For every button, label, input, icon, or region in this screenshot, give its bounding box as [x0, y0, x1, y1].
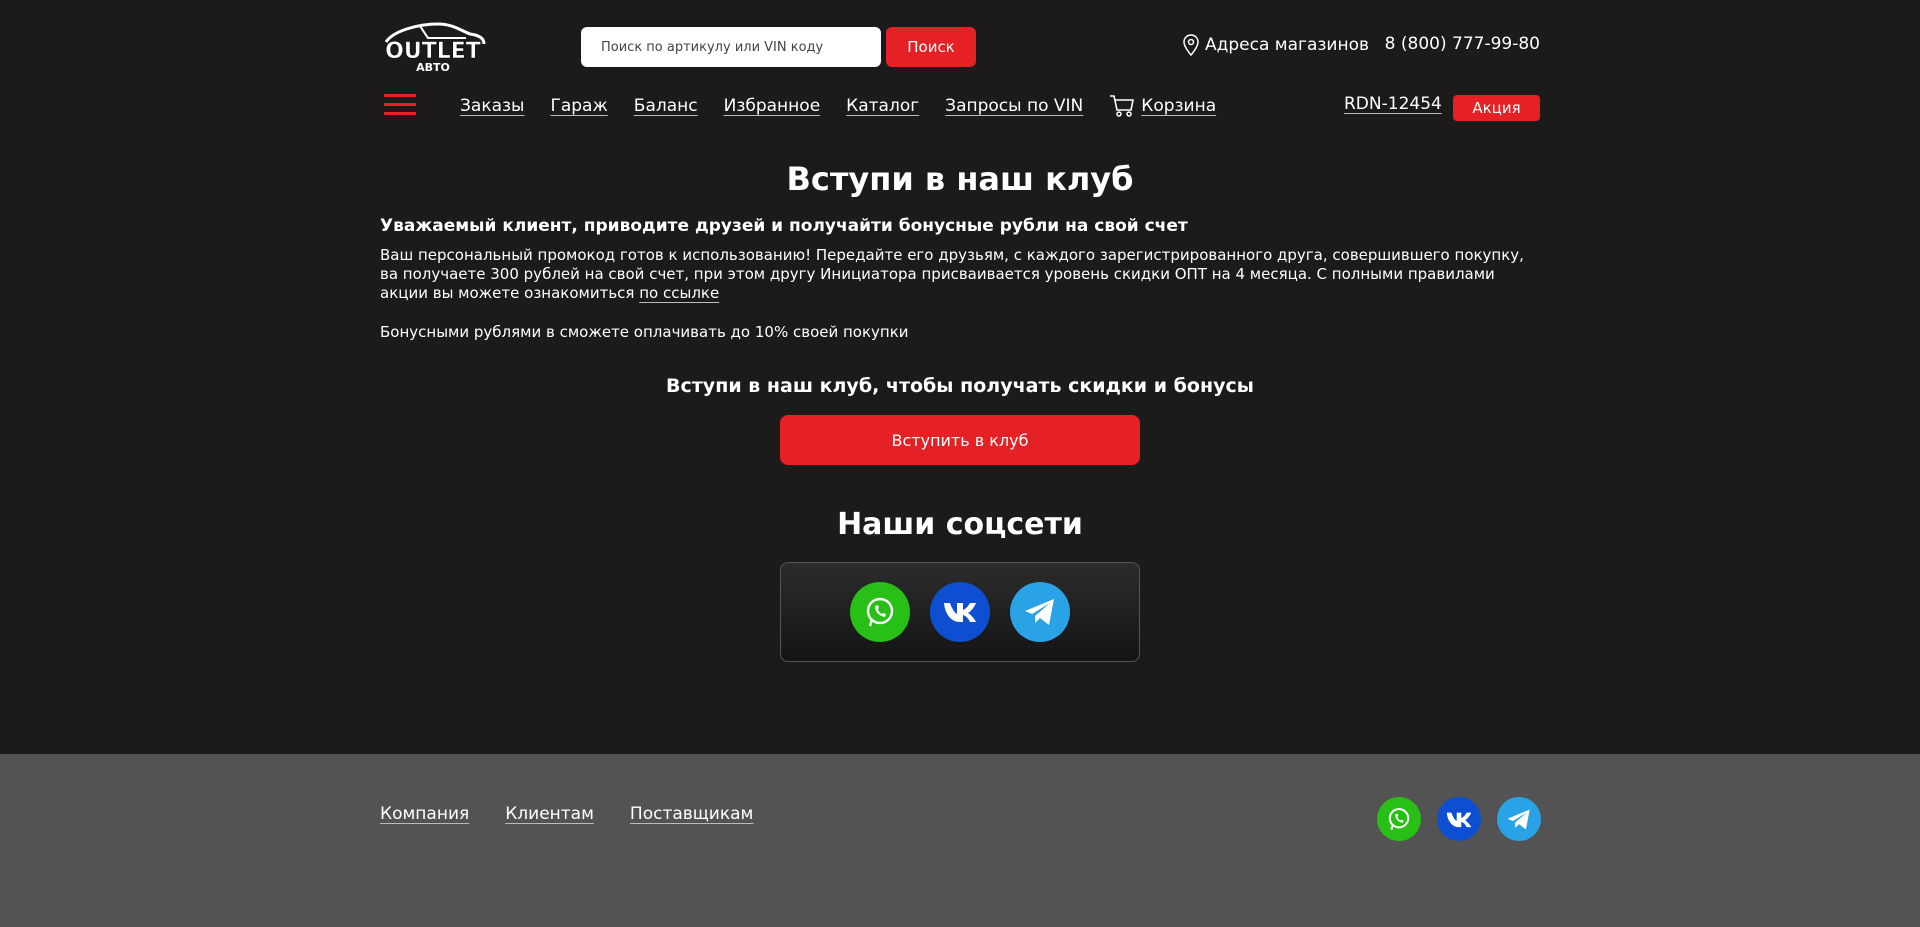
main-nav: Заказы Гараж Баланс Избранное Каталог За… [460, 94, 1216, 118]
menu-icon[interactable] [384, 94, 416, 116]
promo-description-text: Ваш персональный промокод готов к исполь… [380, 246, 1524, 302]
location-pin-icon [1183, 34, 1199, 56]
join-club-button[interactable]: Вступить в клуб [780, 415, 1140, 465]
footer-social [1377, 797, 1541, 841]
search-input[interactable] [581, 27, 881, 67]
bonus-note: Бонусными рублями в сможете оплачивать д… [380, 323, 909, 341]
header: OUTLET АВТО Поиск Адреса магазинов 8 (80… [380, 0, 1540, 140]
rules-link[interactable]: по ссылке [639, 284, 719, 302]
social-box [780, 562, 1140, 662]
search-button[interactable]: Поиск [886, 27, 976, 67]
svg-text:АВТО: АВТО [416, 61, 450, 72]
nav-orders[interactable]: Заказы [460, 96, 524, 116]
cart-icon [1110, 95, 1135, 117]
logo[interactable]: OUTLET АВТО [380, 20, 486, 72]
footer: Компания Клиентам Поставщикам [0, 754, 1920, 927]
whatsapp-icon[interactable] [850, 582, 910, 642]
nav-garage[interactable]: Гараж [550, 96, 607, 116]
telegram-icon[interactable] [1497, 797, 1541, 841]
cart-label[interactable]: Корзина [1141, 96, 1216, 116]
footer-link-company[interactable]: Компания [380, 804, 469, 824]
phone-number[interactable]: 8 (800) 777-99-80 [1385, 34, 1540, 54]
footer-link-suppliers[interactable]: Поставщикам [630, 804, 753, 824]
logo-car-icon: OUTLET АВТО [384, 22, 486, 72]
nav-vin-requests[interactable]: Запросы по VIN [945, 96, 1083, 116]
subtitle: Уважаемый клиент, приводите друзей и пол… [380, 216, 1188, 236]
promo-button[interactable]: Акция [1453, 95, 1540, 121]
whatsapp-icon[interactable] [1377, 797, 1421, 841]
nav-favorites[interactable]: Избранное [724, 96, 821, 116]
account-id[interactable]: RDN-12454 [1344, 94, 1442, 114]
footer-links: Компания Клиентам Поставщикам [380, 804, 753, 824]
nav-balance[interactable]: Баланс [634, 96, 698, 116]
vk-icon[interactable] [1437, 797, 1481, 841]
main-content: Вступи в наш клуб Уважаемый клиент, прив… [380, 160, 1540, 662]
social-title: Наши соцсети [837, 507, 1083, 542]
nav-cart[interactable]: Корзина [1109, 94, 1216, 118]
footer-link-clients[interactable]: Клиентам [505, 804, 594, 824]
page-title: Вступи в наш клуб [786, 160, 1134, 198]
vk-icon[interactable] [930, 582, 990, 642]
join-title: Вступи в наш клуб, чтобы получать скидки… [666, 375, 1254, 397]
promo-description: Ваш персональный промокод готов к исполь… [380, 246, 1540, 303]
telegram-icon[interactable] [1010, 582, 1070, 642]
stores-link[interactable]: Адреса магазинов [1183, 34, 1369, 56]
stores-label: Адреса магазинов [1205, 35, 1370, 55]
nav-catalog[interactable]: Каталог [846, 96, 919, 116]
